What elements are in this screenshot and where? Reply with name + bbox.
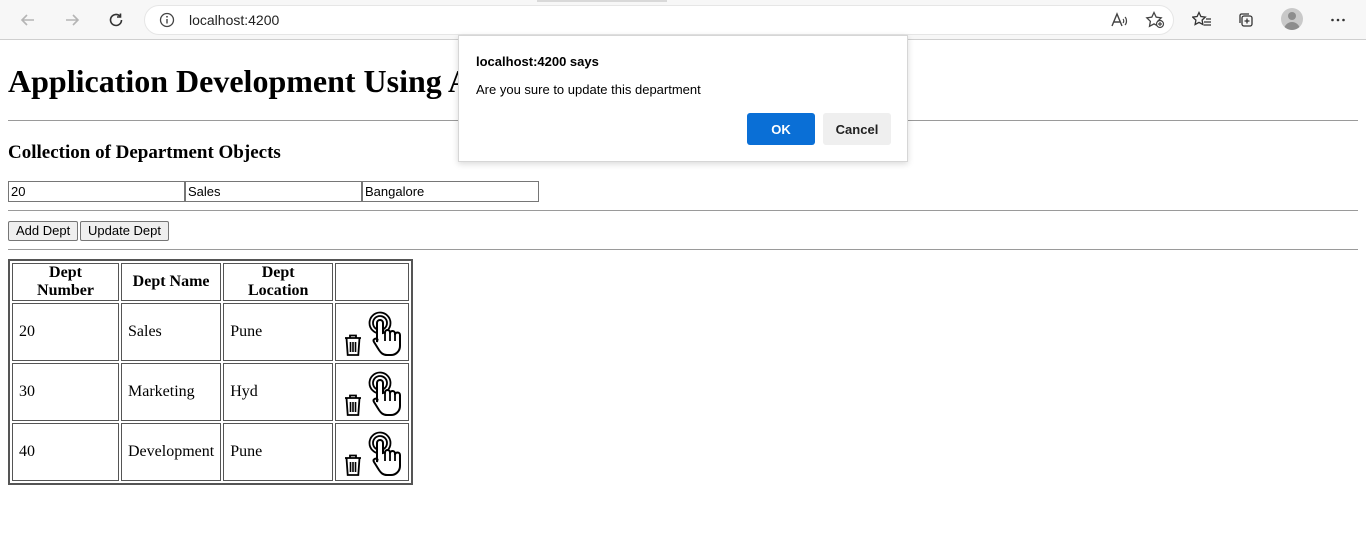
trash-icon[interactable]: [342, 393, 364, 417]
url-text[interactable]: localhost:4200: [189, 12, 279, 28]
section-title: Collection of Department Objects: [8, 142, 281, 163]
divider: [8, 210, 1358, 211]
collections-icon: [1239, 13, 1253, 27]
update-dept-button[interactable]: Update Dept: [80, 221, 169, 241]
hand-pointer-icon[interactable]: [368, 311, 402, 357]
read-aloud-icon[interactable]: [1110, 11, 1128, 32]
dialog-message: Are you sure to update this department: [476, 82, 701, 97]
dept-number-cell: 30: [12, 363, 119, 421]
dept-name-cell: Sales: [121, 303, 222, 361]
add-dept-button[interactable]: Add Dept: [8, 221, 79, 241]
table-row: 20 Sales Pune: [12, 303, 410, 361]
column-header: Dept Location: [223, 263, 334, 301]
actions-cell: [335, 363, 410, 421]
dept-name-cell: Development: [121, 423, 222, 481]
cancel-button[interactable]: Cancel: [823, 113, 891, 145]
ok-button[interactable]: OK: [747, 113, 815, 145]
dialog-title: localhost:4200 says: [476, 54, 599, 69]
active-tab-indicator: [537, 0, 667, 2]
dept-location-input[interactable]: [362, 181, 539, 202]
actions-cell: [335, 303, 410, 361]
dept-location-cell: Pune: [223, 303, 334, 361]
refresh-icon: [109, 13, 123, 27]
confirm-dialog: localhost:4200 says Are you sure to upda…: [458, 35, 908, 162]
add-favorite-icon[interactable]: [1145, 10, 1165, 32]
back-icon: [20, 14, 34, 26]
browser-toolbar: localhost:4200: [0, 0, 1366, 40]
actions-cell: [335, 423, 410, 481]
table-row: 30 Marketing Hyd: [12, 363, 410, 421]
hand-pointer-icon[interactable]: [368, 371, 402, 417]
profile-icon[interactable]: [1281, 8, 1303, 30]
more-button[interactable]: [1324, 6, 1352, 34]
dept-number-cell: 40: [12, 423, 119, 481]
trash-icon[interactable]: [342, 453, 364, 477]
table-row: 40 Development Pune: [12, 423, 410, 481]
forward-icon: [66, 14, 80, 26]
column-header: [335, 263, 410, 301]
table-header-row: Dept Number Dept Name Dept Location: [12, 263, 410, 301]
divider: [8, 249, 1358, 250]
page-title: Application Development Using A: [8, 63, 472, 99]
collections-button[interactable]: [1232, 6, 1260, 34]
dept-name-input[interactable]: [185, 181, 362, 202]
refresh-button[interactable]: [102, 6, 130, 34]
favorites-icon: [1192, 11, 1211, 26]
dept-location-cell: Pune: [223, 423, 334, 481]
departments-table: Dept Number Dept Name Dept Location 20 S…: [8, 259, 414, 485]
more-icon: [1331, 18, 1345, 22]
address-bar[interactable]: localhost:4200: [144, 5, 1174, 35]
info-icon[interactable]: [159, 12, 175, 33]
back-button[interactable]: [14, 6, 42, 34]
column-header: Dept Number: [12, 263, 119, 301]
favorites-button[interactable]: [1188, 6, 1216, 34]
dept-location-cell: Hyd: [223, 363, 334, 421]
hand-pointer-icon[interactable]: [368, 431, 402, 477]
dept-number-cell: 20: [12, 303, 119, 361]
dept-name-cell: Marketing: [121, 363, 222, 421]
column-header: Dept Name: [121, 263, 222, 301]
forward-button[interactable]: [58, 6, 86, 34]
dept-number-input[interactable]: [8, 181, 185, 202]
trash-icon[interactable]: [342, 333, 364, 357]
